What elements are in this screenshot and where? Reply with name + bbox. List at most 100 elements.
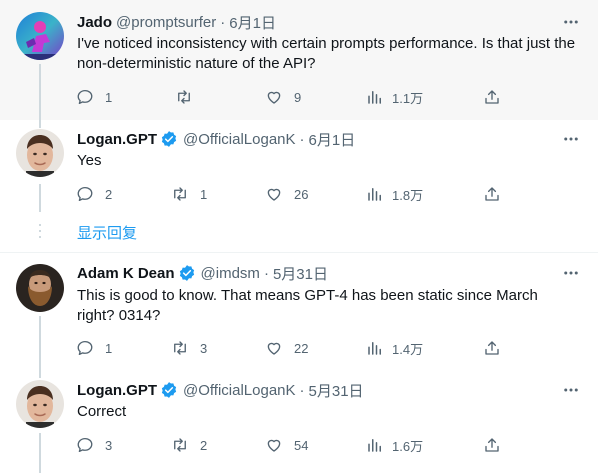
separator-dot: ·: [299, 130, 305, 148]
thread-dots: [39, 224, 41, 240]
reply-count: 2: [105, 186, 113, 202]
retweet-icon: [174, 187, 186, 201]
share-button[interactable]: [483, 179, 501, 209]
tweet-date[interactable]: 6月1日: [229, 12, 276, 33]
reply-count: 3: [105, 437, 113, 453]
thread-line: [39, 120, 41, 128]
like-count: 54: [294, 437, 309, 453]
views-count: 1.8万: [392, 187, 424, 203]
author-name[interactable]: Logan.GPT: [77, 382, 157, 399]
separator-dot: ·: [299, 381, 305, 399]
views-button[interactable]: 1.1万: [366, 82, 423, 112]
tweet-header: Logan.GPT @OfficialLoganK · 6月1日: [77, 129, 355, 149]
retweet-button[interactable]: 1: [171, 179, 207, 209]
tweet-adam[interactable]: Adam K Dean @imdsm · 5月31日 This is good …: [0, 253, 598, 370]
author-handle[interactable]: @promptsurfer: [116, 14, 216, 31]
verified-badge-icon: [178, 264, 196, 282]
reply-icon: [77, 437, 93, 453]
more-icon[interactable]: [561, 129, 581, 149]
share-icon: [485, 187, 499, 201]
like-button[interactable]: 22: [265, 333, 308, 363]
reply-icon: [77, 186, 93, 202]
thread-line: [39, 184, 41, 212]
tweet-date[interactable]: 6月1日: [309, 129, 356, 150]
more-icon[interactable]: [561, 380, 581, 400]
tweet-header: Logan.GPT @OfficialLoganK · 5月31日: [77, 380, 364, 400]
share-icon: [485, 90, 499, 104]
share-button[interactable]: [483, 82, 501, 112]
retweet-button[interactable]: [175, 82, 204, 112]
reply-icon: [77, 340, 93, 356]
retweet-button[interactable]: 3: [171, 333, 207, 363]
like-icon: [267, 439, 281, 452]
views-icon: [368, 91, 381, 104]
retweet-icon: [174, 341, 186, 355]
thread-line: [39, 64, 41, 120]
like-button[interactable]: 26: [265, 179, 308, 209]
author-name[interactable]: Logan.GPT: [77, 131, 157, 148]
tweet-jado[interactable]: Jado @promptsurfer · 6月1日 I've noticed i…: [0, 0, 598, 120]
like-count: 26: [294, 186, 309, 202]
author-handle[interactable]: @OfficialLoganK: [183, 131, 296, 148]
reply-button[interactable]: 1: [76, 82, 112, 112]
separator-dot: ·: [220, 13, 226, 31]
like-icon: [267, 188, 281, 201]
retweet-icon: [174, 438, 186, 452]
like-icon: [267, 342, 281, 355]
retweet-count: 3: [200, 340, 208, 356]
views-button[interactable]: 1.6万: [366, 430, 423, 460]
avatar-logan[interactable]: [16, 380, 64, 428]
share-icon: [485, 438, 499, 452]
thread-line: [39, 316, 41, 370]
tweet-logan-1[interactable]: Logan.GPT @OfficialLoganK · 6月1日 Yes 2 1…: [0, 120, 598, 212]
share-button[interactable]: [483, 333, 501, 363]
like-icon: [267, 91, 281, 104]
like-button[interactable]: 54: [265, 430, 308, 460]
show-replies-link[interactable]: 显示回复: [77, 222, 137, 243]
retweet-icon: [178, 90, 190, 104]
views-button[interactable]: 1.4万: [366, 333, 423, 363]
reply-icon: [77, 89, 93, 105]
reply-button[interactable]: 2: [76, 179, 112, 209]
share-icon: [485, 341, 499, 355]
author-name[interactable]: Jado: [77, 14, 112, 31]
verified-badge-icon: [160, 381, 178, 399]
reply-count: 1: [105, 89, 113, 105]
author-handle[interactable]: @OfficialLoganK: [183, 382, 296, 399]
like-button[interactable]: 9: [265, 82, 301, 112]
more-icon[interactable]: [561, 263, 581, 283]
more-icon[interactable]: [561, 12, 581, 32]
like-count: 22: [294, 340, 309, 356]
action-bar: 3 2 54 1.6万: [70, 430, 590, 460]
retweet-button[interactable]: 2: [171, 430, 207, 460]
views-count: 1.4万: [392, 341, 424, 357]
thread-line: [39, 370, 41, 378]
tweet-date[interactable]: 5月31日: [309, 380, 364, 401]
action-bar: 1 9 1.1万: [70, 82, 590, 112]
avatar-logan[interactable]: [16, 129, 64, 177]
views-count: 1.6万: [392, 438, 424, 454]
views-button[interactable]: 1.8万: [366, 179, 423, 209]
thread-line: [39, 433, 41, 473]
reply-button[interactable]: 1: [76, 333, 112, 363]
share-button[interactable]: [483, 430, 501, 460]
action-bar: 2 1 26 1.8万: [70, 179, 590, 209]
reply-button[interactable]: 3: [76, 430, 112, 460]
views-count: 1.1万: [392, 90, 424, 106]
separator-dot: ·: [263, 264, 269, 282]
views-icon: [368, 188, 381, 201]
avatar-jado[interactable]: [16, 12, 64, 60]
reply-count: 1: [105, 340, 113, 356]
retweet-count: 1: [200, 186, 208, 202]
author-handle[interactable]: @imdsm: [201, 265, 260, 282]
tweet-date[interactable]: 5月31日: [273, 263, 328, 284]
tweet-header: Adam K Dean @imdsm · 5月31日: [77, 263, 328, 283]
tweet-logan-2[interactable]: Logan.GPT @OfficialLoganK · 5月31日 Correc…: [0, 370, 598, 473]
avatar-adam[interactable]: [16, 264, 64, 312]
retweet-count: 2: [200, 437, 208, 453]
tweet-text: I've noticed inconsistency with certain …: [77, 35, 576, 72]
author-name[interactable]: Adam K Dean: [77, 265, 175, 282]
views-icon: [368, 439, 381, 452]
tweet-text: Yes: [77, 152, 102, 169]
tweet-header: Jado @promptsurfer · 6月1日: [77, 12, 276, 32]
